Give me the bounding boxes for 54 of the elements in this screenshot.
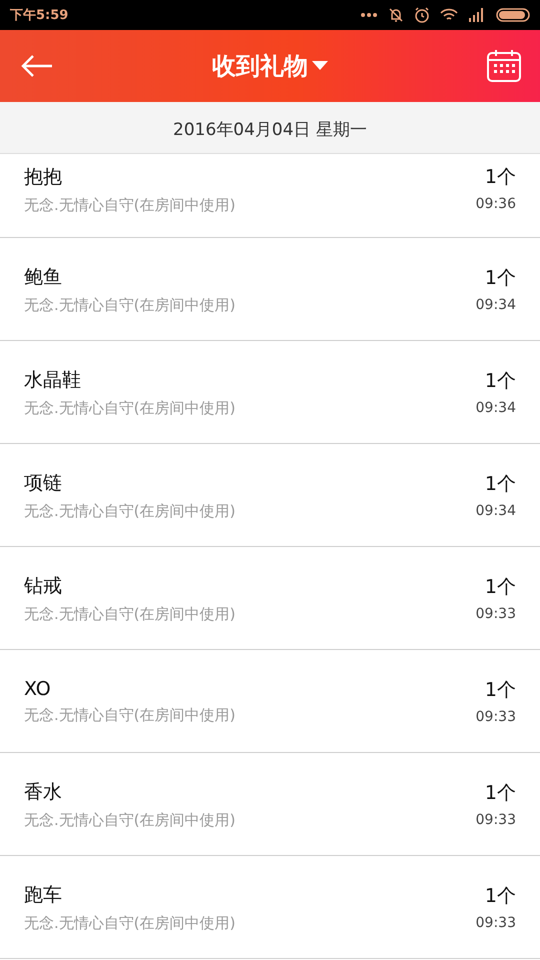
gift-description: 无念.无情心自守(在房间中使用)	[24, 604, 236, 624]
gift-time: 09:34	[476, 503, 516, 519]
gift-count: 1个	[484, 266, 516, 291]
gift-count: 1个	[484, 165, 516, 190]
gift-count: 1个	[484, 781, 516, 806]
gift-row[interactable]: 项链 无念.无情心自守(在房间中使用) 1个 09:34	[0, 444, 540, 547]
gift-description: 无念.无情心自守(在房间中使用)	[24, 706, 236, 724]
gift-name: XO	[24, 678, 52, 700]
gift-time: 09:33	[476, 812, 516, 828]
gift-name: 项链	[24, 470, 63, 496]
gift-row[interactable]: 香水 无念.无情心自守(在房间中使用) 1个 09:33	[0, 753, 540, 856]
signal-icon	[468, 8, 486, 22]
date-header: 2016年04月04日 星期一	[173, 119, 367, 141]
back-arrow-icon	[20, 54, 54, 78]
gift-description: 无念.无情心自守(在房间中使用)	[24, 914, 236, 932]
battery-icon	[496, 8, 530, 22]
more-dots-icon	[360, 12, 378, 18]
gift-row[interactable]: 钻戒 无念.无情心自守(在房间中使用) 1个 09:33	[0, 547, 540, 650]
gift-row[interactable]: XO 无念.无情心自守(在房间中使用) 1个 09:33	[0, 650, 540, 753]
gift-name: 香水	[24, 780, 63, 804]
back-button[interactable]	[20, 54, 54, 78]
gift-description: 无念.无情心自守(在房间中使用)	[24, 502, 236, 520]
gift-name: 钻戒	[24, 574, 63, 598]
title-dropdown[interactable]: 收到礼物	[212, 50, 328, 82]
alarm-clock-icon	[414, 7, 430, 23]
gift-row[interactable]: 鲍鱼 无念.无情心自守(在房间中使用) 1个 09:34	[0, 238, 540, 341]
gift-row[interactable]: 抱抱 无念.无情心自守(在房间中使用) 1个 09:36	[0, 154, 540, 238]
gift-time: 09:33	[476, 606, 516, 622]
gift-name: 水晶鞋	[24, 368, 82, 392]
gift-time: 09:33	[476, 915, 516, 931]
gift-count: 1个	[484, 678, 516, 703]
gift-time: 09:36	[476, 196, 516, 212]
gift-name: 跑车	[24, 882, 63, 908]
dropdown-caret-icon	[312, 61, 328, 71]
gift-count: 1个	[484, 575, 516, 600]
gift-description: 无念.无情心自守(在房间中使用)	[24, 296, 236, 314]
gift-row[interactable]: 水晶鞋 无念.无情心自守(在房间中使用) 1个 09:34	[0, 341, 540, 444]
calendar-icon	[486, 49, 522, 83]
gift-description: 无念.无情心自守(在房间中使用)	[24, 398, 236, 418]
gift-time: 09:34	[476, 297, 516, 313]
gift-time: 09:34	[476, 400, 516, 416]
gift-description: 无念.无情心自守(在房间中使用)	[24, 810, 236, 830]
gift-time: 09:33	[476, 709, 516, 725]
gift-name: 抱抱	[24, 165, 63, 190]
calendar-button[interactable]	[486, 49, 522, 83]
gift-count: 1个	[484, 472, 516, 497]
wifi-icon	[440, 8, 458, 22]
status-time: 下午5:59	[10, 7, 68, 24]
gift-description: 无念.无情心自守(在房间中使用)	[24, 196, 236, 215]
muted-bell-icon	[388, 7, 404, 23]
gift-row[interactable]: 跑车 无念.无情心自守(在房间中使用) 1个 09:33	[0, 856, 540, 959]
gift-count: 1个	[484, 369, 516, 394]
gift-name: 鲍鱼	[24, 264, 63, 290]
gift-count: 1个	[484, 884, 516, 909]
